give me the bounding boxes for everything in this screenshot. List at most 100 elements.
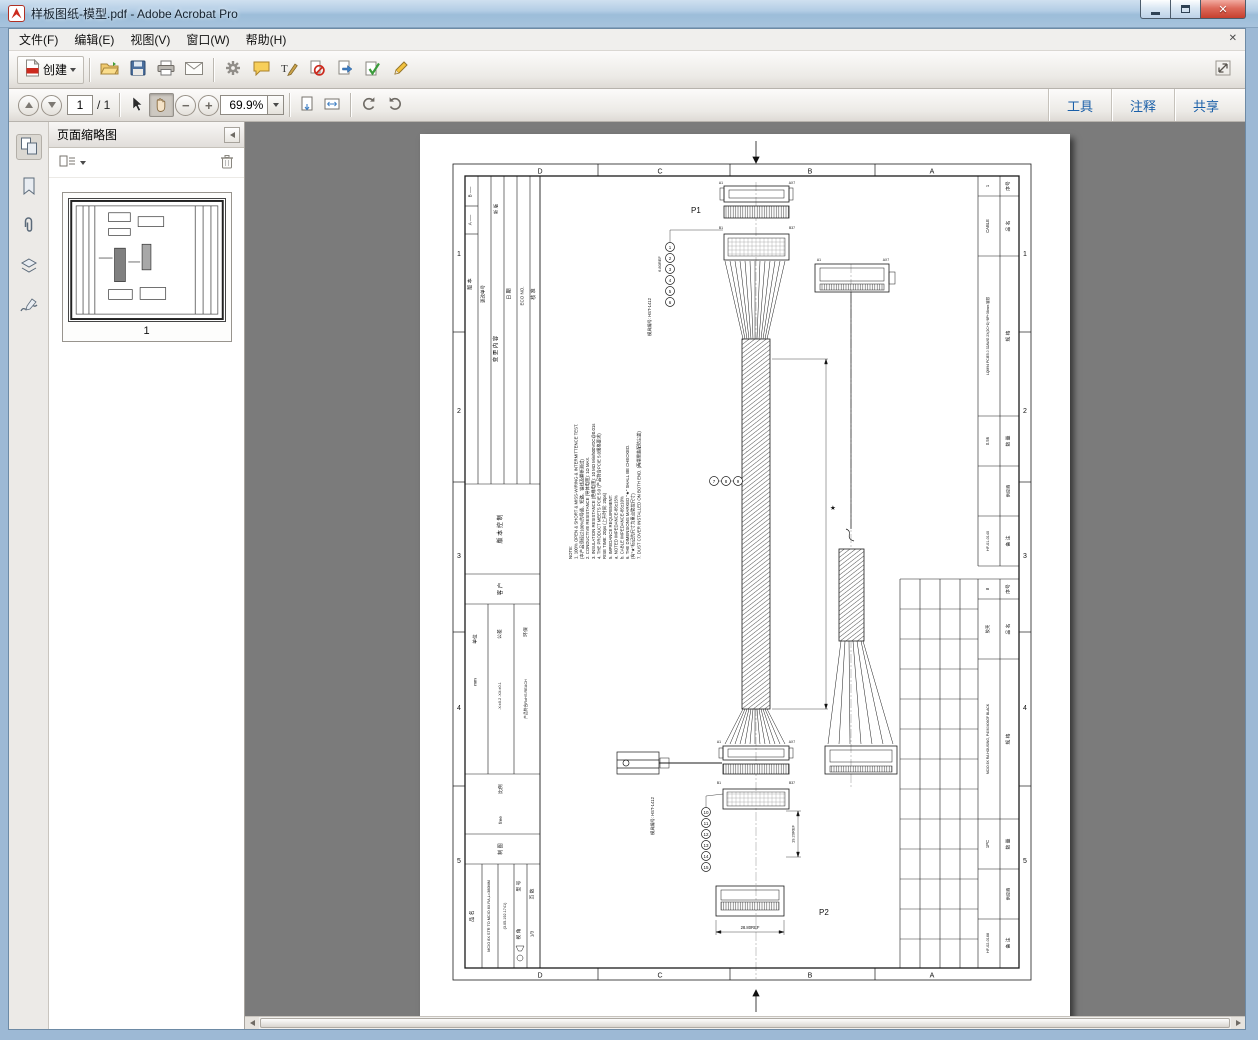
customize-toolbar-button[interactable] bbox=[1209, 56, 1237, 84]
page-thumbnail[interactable]: 1 bbox=[62, 192, 232, 342]
svg-text:数 量: 数 量 bbox=[1005, 838, 1012, 849]
create-pdf-button[interactable]: 创建 bbox=[17, 56, 84, 84]
rotate-cw-button[interactable] bbox=[382, 93, 408, 117]
comment-button[interactable] bbox=[247, 56, 275, 84]
collapse-panel-button[interactable] bbox=[224, 127, 240, 143]
navigation-toolbar: / 1 − + 工具 注释 共享 bbox=[9, 89, 1245, 122]
select-tool-button[interactable] bbox=[125, 93, 149, 117]
title-bar: 样板图纸-模型.pdf - Adobe Acrobat Pro ✕ bbox=[0, 0, 1258, 28]
svg-text:A: A bbox=[930, 169, 935, 176]
svg-text:备 注: 备 注 bbox=[1005, 535, 1012, 546]
svg-text:A1: A1 bbox=[719, 181, 723, 185]
comment-pane-tab[interactable]: 注释 bbox=[1112, 96, 1174, 115]
svg-text:A1: A1 bbox=[817, 258, 821, 262]
hand-tool-button[interactable] bbox=[149, 93, 174, 117]
balloon-leaders bbox=[670, 230, 743, 807]
menu-file[interactable]: 文件(F) bbox=[11, 28, 66, 51]
zoom-dropdown-button[interactable] bbox=[268, 95, 284, 115]
thumbnail-image bbox=[68, 198, 226, 322]
paperclip-icon bbox=[19, 216, 39, 239]
scroll-left-button[interactable] bbox=[245, 1017, 259, 1029]
length-dimension bbox=[772, 359, 828, 709]
document-area[interactable]: DCBA DCBA 12345 12345 序号 品 名 bbox=[245, 122, 1245, 1029]
create-pdf-icon bbox=[25, 59, 40, 80]
svg-text:日 期: 日 期 bbox=[507, 288, 513, 299]
svg-text:品 名: 品 名 bbox=[1005, 220, 1012, 231]
maximize-icon bbox=[1181, 5, 1190, 13]
email-button[interactable] bbox=[180, 56, 208, 84]
cable-assembly bbox=[617, 186, 897, 935]
chevron-down-icon bbox=[80, 161, 86, 165]
export-button[interactable] bbox=[331, 56, 359, 84]
tools-pane-tab[interactable]: 工具 bbox=[1049, 96, 1111, 115]
page-number-input[interactable] bbox=[67, 95, 93, 115]
panel-header: 页面缩略图 bbox=[49, 122, 244, 148]
close-button[interactable]: ✕ bbox=[1200, 0, 1246, 19]
svg-text:5. IMPEDANCE REQUIREMENT:: 5. IMPEDANCE REQUIREMENT: bbox=[608, 495, 613, 559]
svg-text:比例: 比例 bbox=[497, 784, 504, 794]
page-thumbnails-nav-button[interactable] bbox=[16, 134, 42, 160]
svg-text:视 角: 视 角 bbox=[515, 928, 522, 939]
thumbnail-list: 1 bbox=[49, 178, 244, 1029]
previous-page-button[interactable] bbox=[18, 95, 39, 116]
svg-text:AX7: AX7 bbox=[789, 181, 796, 185]
menubar-close-icon[interactable]: ✕ bbox=[1229, 33, 1237, 44]
signatures-nav-button[interactable] bbox=[16, 294, 42, 320]
thumbnail-options-button[interactable] bbox=[59, 154, 77, 171]
scroll-right-button[interactable] bbox=[1231, 1017, 1245, 1029]
protect-button[interactable] bbox=[303, 56, 331, 84]
zoom-out-button[interactable]: − bbox=[175, 95, 196, 116]
svg-text:1. 100% OPEN & SHORT & MISS-WI: 1. 100% OPEN & SHORT & MISS-WIRING & INT… bbox=[574, 424, 579, 559]
zoom-level-input[interactable] bbox=[220, 95, 268, 115]
menu-view[interactable]: 视图(V) bbox=[122, 28, 178, 51]
svg-text:品 名: 品 名 bbox=[1005, 623, 1012, 634]
settings-button[interactable] bbox=[219, 56, 247, 84]
scroll-mode-button[interactable] bbox=[295, 93, 319, 117]
acrobat-app-icon bbox=[8, 5, 25, 22]
bookmarks-nav-button[interactable] bbox=[16, 174, 42, 200]
scrollbar-thumb[interactable] bbox=[260, 1018, 1230, 1028]
svg-text:序号: 序号 bbox=[1005, 584, 1012, 594]
mold-number-top: 模具编号: HST-1412 bbox=[646, 297, 653, 336]
menu-bar: 文件(F) 编辑(E) 视图(V) 窗口(W) 帮助(H) ✕ bbox=[9, 29, 1245, 51]
svg-text:12: 12 bbox=[703, 832, 709, 837]
pencil-tool-button[interactable] bbox=[387, 56, 415, 84]
svg-text:free: free bbox=[498, 816, 503, 824]
layers-nav-button[interactable] bbox=[16, 254, 42, 280]
svg-text:CABLE: CABLE bbox=[985, 219, 990, 233]
svg-text:6. THE DIMENSIONS MARKED "★" S: 6. THE DIMENSIONS MARKED "★" SHALL BE CH… bbox=[625, 445, 630, 559]
sign-button[interactable]: T bbox=[275, 56, 303, 84]
page-thumbnails-icon bbox=[19, 136, 39, 159]
menu-help[interactable]: 帮助(H) bbox=[238, 28, 295, 51]
svg-text:ECO NO.: ECO NO. bbox=[520, 286, 525, 305]
delete-page-button[interactable] bbox=[220, 154, 234, 172]
menu-window[interactable]: 窗口(W) bbox=[178, 28, 237, 51]
save-button[interactable] bbox=[124, 56, 152, 84]
minimize-button[interactable] bbox=[1140, 0, 1170, 19]
rotate-ccw-button[interactable] bbox=[356, 93, 382, 117]
horizontal-scrollbar[interactable] bbox=[245, 1016, 1245, 1029]
approve-button[interactable] bbox=[359, 56, 387, 84]
balloon-callouts: 123456 789 101112131415 bbox=[666, 243, 743, 872]
zoom-in-button[interactable]: + bbox=[198, 95, 219, 116]
next-page-button[interactable] bbox=[41, 95, 62, 116]
svg-text:T: T bbox=[281, 63, 288, 75]
projection-symbol bbox=[516, 946, 524, 961]
svg-text:NOTE:: NOTE: bbox=[568, 546, 573, 559]
navigation-pane-strip bbox=[9, 122, 49, 1029]
svg-text:HF-02-0168: HF-02-0168 bbox=[986, 933, 990, 953]
branch-cable bbox=[828, 292, 893, 744]
fit-width-button[interactable] bbox=[319, 93, 345, 117]
print-button[interactable] bbox=[152, 56, 180, 84]
attachments-nav-button[interactable] bbox=[16, 214, 42, 240]
svg-text:4: 4 bbox=[457, 705, 461, 712]
maximize-button[interactable] bbox=[1170, 0, 1200, 19]
menu-edit[interactable]: 编辑(E) bbox=[66, 28, 122, 51]
share-pane-tab[interactable]: 共享 bbox=[1175, 96, 1237, 115]
open-button[interactable] bbox=[95, 56, 124, 84]
svg-text:新 版: 新 版 bbox=[493, 203, 500, 214]
page-thumbnails-panel: 页面缩略图 bbox=[49, 122, 245, 1029]
task-panes-tabs: 工具 注释 共享 bbox=[1048, 89, 1237, 121]
email-icon bbox=[185, 62, 203, 78]
thumbnail-page-number: 1 bbox=[68, 322, 226, 339]
